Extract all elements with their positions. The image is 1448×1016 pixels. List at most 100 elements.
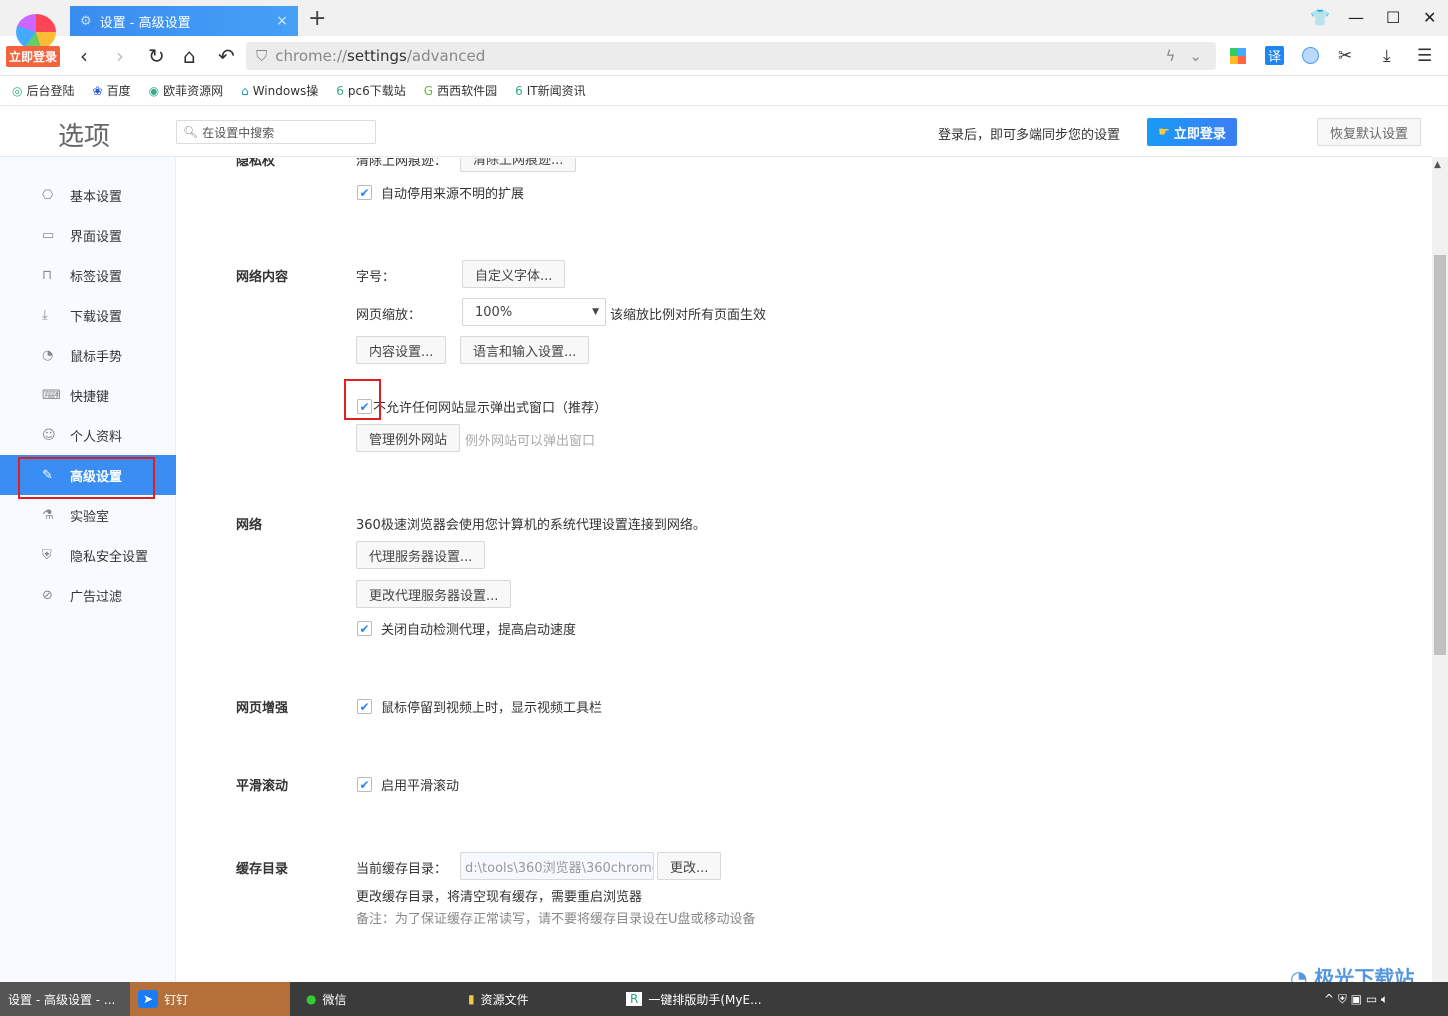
login-label: 立即登录 bbox=[1173, 126, 1226, 142]
download-icon[interactable]: ⤓ bbox=[1383, 46, 1391, 66]
bookmark-icon: 6 bbox=[515, 84, 523, 98]
manage-exceptions-button[interactable]: 管理例外网站 bbox=[356, 424, 461, 452]
scroll-up-icon[interactable]: ▲ bbox=[1434, 160, 1441, 170]
new-tab-button[interactable]: + bbox=[308, 6, 326, 31]
highlight-box bbox=[18, 457, 155, 499]
undo-icon[interactable]: ↶ bbox=[218, 44, 235, 68]
home-icon[interactable]: ⌂ bbox=[183, 44, 196, 68]
bookmark[interactable]: ◉ 欧菲资源网 bbox=[149, 82, 224, 99]
taskbar-label: 资源文件 bbox=[480, 992, 529, 1007]
reload-icon[interactable]: ↻ bbox=[148, 44, 165, 68]
taskbar-item[interactable]: ▮ 资源文件 bbox=[460, 982, 529, 1016]
gear-icon: ⚙ bbox=[80, 13, 92, 29]
sidebar-item[interactable]: ◔ 鼠标手势 bbox=[0, 335, 176, 375]
forward-icon[interactable]: › bbox=[116, 44, 124, 68]
login-badge[interactable]: 立即登录 bbox=[6, 46, 61, 67]
login-button[interactable]: ☛ 立即登录 bbox=[1147, 118, 1237, 146]
sidebar-item-label: 基本设置 bbox=[70, 189, 123, 205]
reset-defaults-button[interactable]: 恢复默认设置 bbox=[1317, 118, 1421, 146]
sidebar-item[interactable]: ⊘ 广告过滤 bbox=[0, 575, 176, 615]
content-settings-button[interactable]: 内容设置... bbox=[356, 336, 447, 364]
check-icon: ✔ bbox=[357, 185, 372, 200]
bookmark[interactable]: 6 IT新闻资讯 bbox=[515, 82, 586, 99]
sidebar-item[interactable]: ⌨ 快捷键 bbox=[0, 375, 176, 415]
close-tab-icon[interactable]: × bbox=[276, 13, 288, 29]
video-toolbar-checkbox[interactable]: ✔ 鼠标停留到视频上时，显示视频工具栏 bbox=[357, 697, 602, 716]
taskbar-item[interactable]: R 一键排版助手(MyE... bbox=[618, 982, 762, 1016]
shield-icon: ⛉ bbox=[256, 47, 268, 65]
bookmark[interactable]: ❀ 百度 bbox=[93, 82, 131, 99]
sidebar-item-label: 下载设置 bbox=[70, 309, 123, 325]
bookmark[interactable]: G 西西软件园 bbox=[424, 82, 497, 99]
proxy-settings-button[interactable]: 代理服务器设置... bbox=[356, 541, 486, 569]
cache-remark: 备注：为了保证缓存正常读写，请不要将缓存目录设在U盘或移动设备 bbox=[356, 912, 756, 927]
sidebar-item[interactable]: ▭ 界面设置 bbox=[0, 215, 176, 255]
disable-unknown-extensions-checkbox[interactable]: ✔ 自动停用来源不明的扩展 bbox=[357, 183, 524, 202]
section-smooth-scroll: 平滑滚动 bbox=[236, 779, 289, 794]
sidebar-item-label: 个人资料 bbox=[70, 429, 123, 445]
wechat-icon: ● bbox=[306, 992, 317, 1006]
search-icon: 🔍︎ bbox=[183, 125, 199, 139]
scrollbar-thumb[interactable] bbox=[1434, 255, 1446, 655]
sidebar-item[interactable]: ⎔ 基本设置 bbox=[0, 175, 176, 215]
address-bar[interactable]: ⛉ chrome://settings/advanced ϟ ⌄ bbox=[246, 42, 1216, 70]
smooth-scroll-checkbox[interactable]: ✔ 启用平滑滚动 bbox=[357, 775, 459, 794]
bookmark-icon: ◉ bbox=[148, 84, 160, 98]
browser-logo[interactable]: 立即登录 bbox=[6, 10, 64, 67]
taskbar-label: 钉钉 bbox=[164, 992, 189, 1007]
minus-circle-icon[interactable] bbox=[1302, 47, 1319, 64]
close-window-button[interactable]: ✕ bbox=[1423, 8, 1436, 27]
back-icon[interactable]: ‹ bbox=[80, 44, 88, 68]
sidebar-item-label: 快捷键 bbox=[70, 389, 110, 405]
zoom-select[interactable]: 100% ▼ bbox=[462, 298, 606, 326]
system-tray[interactable]: ^ ⛨ ▣ ▭ 🔈︎ bbox=[1324, 992, 1388, 1007]
bookmark[interactable]: 6 pc6下载站 bbox=[336, 82, 406, 99]
skin-icon[interactable]: 👕 bbox=[1310, 8, 1330, 27]
sidebar-item[interactable]: ⚗ 实验室 bbox=[0, 495, 176, 535]
search-placeholder: 在设置中搜索 bbox=[202, 125, 275, 140]
taskbar-item[interactable]: 设置 - 高级设置 - ... bbox=[0, 982, 130, 1016]
highlight-box bbox=[344, 379, 381, 420]
taskbar: 设置 - 高级设置 - ... ➤ 钉钉 ● 微信 ▮ 资源文件 R 一键排版助手(My… bbox=[0, 982, 1448, 1016]
sidebar-icon: ☺ bbox=[42, 427, 56, 443]
translate-icon[interactable]: 译 bbox=[1265, 46, 1284, 65]
tab-settings[interactable]: ⚙ 设置 - 高级设置 × bbox=[70, 6, 298, 36]
exceptions-hint: 例外网站可以弹出窗口 bbox=[465, 434, 596, 449]
bookmark[interactable]: ◎ 后台登陆 bbox=[12, 82, 75, 99]
sidebar-item-label: 隐私安全设置 bbox=[70, 549, 149, 565]
cache-note: 更改缓存目录，将清空现有缓存，需要重启浏览器 bbox=[356, 890, 643, 905]
taskbar-item[interactable]: ➤ 钉钉 bbox=[130, 982, 290, 1016]
minimize-button[interactable]: — bbox=[1348, 8, 1364, 27]
cache-path-input[interactable]: d:\tools\360浏览器\360chrome\c bbox=[460, 852, 654, 880]
bookmark[interactable]: ⌂ Windows操 bbox=[241, 82, 318, 99]
menu-icon[interactable]: ☰ bbox=[1417, 46, 1432, 66]
language-settings-button[interactable]: 语言和输入设置... bbox=[460, 336, 590, 364]
sidebar-item[interactable]: ⛨ 隐私安全设置 bbox=[0, 535, 176, 575]
change-proxy-button[interactable]: 更改代理服务器设置... bbox=[356, 580, 512, 608]
auto-detect-proxy-checkbox[interactable]: ✔ 关闭自动检测代理，提高启动速度 bbox=[357, 619, 576, 638]
scissors-icon[interactable]: ✂ bbox=[1338, 46, 1352, 66]
lightning-icon[interactable]: ϟ bbox=[1166, 47, 1176, 65]
sidebar-item[interactable]: ⊓ 标签设置 bbox=[0, 255, 176, 295]
sidebar-icon: ⤓ bbox=[42, 307, 48, 323]
clear-history-button[interactable]: 清除上网痕迹... bbox=[460, 158, 577, 172]
bookmark-icon: ◎ bbox=[12, 84, 23, 98]
custom-font-button[interactable]: 自定义字体... bbox=[462, 260, 566, 288]
sidebar-icon: ⊘ bbox=[42, 587, 53, 603]
taskbar-label: 设置 - 高级设置 - ... bbox=[8, 992, 116, 1007]
change-cache-button[interactable]: 更改... bbox=[657, 852, 722, 880]
apps-icon[interactable] bbox=[1230, 48, 1246, 64]
block-popups-checkbox[interactable]: ✔ 不允许任何网站显示弹出式窗口（推荐） bbox=[357, 397, 607, 416]
check-icon: ✔ bbox=[357, 621, 372, 636]
sidebar-item[interactable]: ⤓ 下载设置 bbox=[0, 295, 176, 335]
tab-title: 设置 - 高级设置 bbox=[99, 15, 191, 31]
taskbar-item[interactable]: ● 微信 bbox=[298, 982, 347, 1016]
bookmark-icon: ❀ bbox=[92, 84, 103, 98]
settings-search-input[interactable]: 🔍︎ 在设置中搜索 bbox=[176, 120, 376, 144]
cache-dir-label: 当前缓存目录： bbox=[356, 862, 448, 877]
maximize-button[interactable]: ☐ bbox=[1386, 8, 1400, 27]
chevron-down-icon[interactable]: ⌄ bbox=[1189, 47, 1202, 65]
page-title: 选项 bbox=[58, 122, 111, 152]
sidebar-item[interactable]: ☺ 个人资料 bbox=[0, 415, 176, 455]
sync-text: 登录后，即可多端同步您的设置 bbox=[938, 128, 1121, 143]
